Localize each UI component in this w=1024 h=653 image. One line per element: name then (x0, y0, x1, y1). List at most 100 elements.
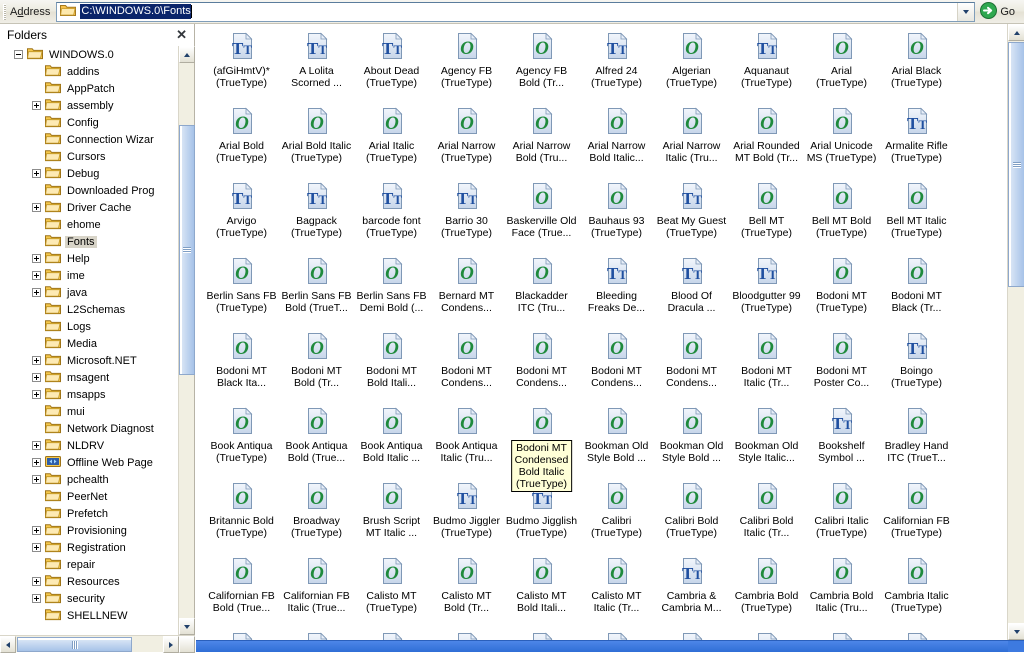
font-item[interactable]: TT Bagpack (TrueType) (279, 180, 354, 255)
scroll-thumb[interactable] (1008, 42, 1024, 287)
tree-item-media[interactable]: Media (0, 335, 178, 352)
tree-item-prefetch[interactable]: Prefetch (0, 505, 178, 522)
tree-item-windows-0[interactable]: WINDOWS.0 (0, 46, 178, 63)
font-item[interactable]: O Book Antiqua Bold (True... (279, 405, 354, 480)
scroll-left-button[interactable] (0, 636, 16, 653)
folder-tree-horizontal-scrollbar[interactable] (0, 635, 195, 653)
font-item[interactable]: O Cambria Bold Italic (Tru... (804, 555, 879, 630)
font-item[interactable]: TT Aquanaut (TrueType) (729, 30, 804, 105)
font-item[interactable]: O (204, 630, 279, 640)
font-item[interactable]: TT About Dead (TrueType) (354, 30, 429, 105)
font-item[interactable]: O Calibri (TrueType) (579, 480, 654, 555)
expand-plus-icon[interactable] (32, 526, 41, 535)
fonts-scroll-area[interactable]: TT (afGiHmtV)* (TrueType) TT A Lolita Scorn… (196, 24, 1007, 640)
font-item[interactable]: O Arial Black (TrueType) (879, 30, 954, 105)
expand-plus-icon[interactable] (32, 441, 41, 450)
expand-plus-icon[interactable] (32, 288, 41, 297)
font-item[interactable]: O Bodoni MT Italic (Tr... (729, 330, 804, 405)
font-item[interactable]: O Bauhaus 93 (TrueType) (579, 180, 654, 255)
font-item[interactable]: O (804, 630, 879, 640)
font-item[interactable]: O (279, 630, 354, 640)
address-input-value[interactable]: C:\WINDOWS.0\Fonts (80, 4, 191, 19)
font-item[interactable]: O Arial Bold Italic (TrueType) (279, 105, 354, 180)
font-item[interactable]: O (579, 630, 654, 640)
folder-tree-scroll-area[interactable]: WINDOWS.0 addins AppPatch assembly Config Con… (0, 46, 178, 635)
tree-item-shellnew[interactable]: SHELLNEW (0, 607, 178, 624)
tree-item-msagent[interactable]: msagent (0, 369, 178, 386)
font-item[interactable]: O Bodoni MT Condens... (504, 330, 579, 405)
font-item[interactable]: O Book Antiqua Italic (Tru... (429, 405, 504, 480)
font-item[interactable]: O Arial Rounded MT Bold (Tr... (729, 105, 804, 180)
font-item[interactable]: O Bookman Old Style Italic... (729, 405, 804, 480)
tree-item-downloaded-prog[interactable]: Downloaded Prog (0, 182, 178, 199)
font-item[interactable]: O Book Antiqua (TrueType) (204, 405, 279, 480)
tree-item-nldrv[interactable]: NLDRV (0, 437, 178, 454)
font-item[interactable]: O Bernard MT Condens... (429, 255, 504, 330)
tree-item-security[interactable]: security (0, 590, 178, 607)
font-item[interactable]: O Californian FB Italic (True... (279, 555, 354, 630)
font-item[interactable]: O Arial Italic (TrueType) (354, 105, 429, 180)
address-combobox[interactable]: C:\WINDOWS.0\Fonts (56, 1, 976, 22)
font-item[interactable]: TT Bookshelf Symbol ... (804, 405, 879, 480)
font-item[interactable]: O Calibri Bold (TrueType) (654, 480, 729, 555)
font-item[interactable]: O Berlin Sans FB (TrueType) (204, 255, 279, 330)
font-item[interactable]: O Arial Unicode MS (TrueType) (804, 105, 879, 180)
tree-item-mui[interactable]: mui (0, 403, 178, 420)
scroll-up-button[interactable] (179, 46, 195, 63)
font-item[interactable]: O Agency FB Bold (Tr... (504, 30, 579, 105)
tree-item-java[interactable]: java (0, 284, 178, 301)
close-icon[interactable]: ✕ (173, 27, 190, 43)
font-item[interactable]: O Bodoni MT Bold (Tr... (279, 330, 354, 405)
font-item[interactable]: O Baskerville Old Face (True... (504, 180, 579, 255)
tree-item-logs[interactable]: Logs (0, 318, 178, 335)
scroll-thumb[interactable] (179, 125, 195, 375)
font-item[interactable]: O Berlin Sans FB Bold (TrueT... (279, 255, 354, 330)
expand-plus-icon[interactable] (32, 254, 41, 263)
tree-item-microsoft-net[interactable]: Microsoft.NET (0, 352, 178, 369)
font-item[interactable]: O (654, 630, 729, 640)
expand-plus-icon[interactable] (32, 475, 41, 484)
font-item[interactable]: O (729, 630, 804, 640)
expand-plus-icon[interactable] (32, 271, 41, 280)
font-item[interactable]: O Broadway (TrueType) (279, 480, 354, 555)
font-item[interactable]: TT A Lolita Scorned ... (279, 30, 354, 105)
font-item[interactable]: O Arial Narrow Bold Italic... (579, 105, 654, 180)
scroll-up-button[interactable] (1008, 24, 1024, 41)
tree-item-ehome[interactable]: ehome (0, 216, 178, 233)
font-item[interactable]: O Calisto MT Italic (Tr... (579, 555, 654, 630)
font-item[interactable]: O Agency FB (TrueType) (429, 30, 504, 105)
fonts-vertical-scrollbar[interactable] (1007, 24, 1024, 640)
font-item[interactable]: O Bell MT Italic (TrueType) (879, 180, 954, 255)
tree-item-debug[interactable]: Debug (0, 165, 178, 182)
scroll-down-button[interactable] (1008, 623, 1024, 640)
font-item[interactable]: O Bodoni MT Condens... (429, 330, 504, 405)
font-item[interactable]: O Arial Narrow (TrueType) (429, 105, 504, 180)
font-item[interactable]: O Bodoni MT Condens... (579, 330, 654, 405)
expand-plus-icon[interactable] (32, 390, 41, 399)
font-item[interactable]: O Californian FB Bold (True... (204, 555, 279, 630)
tree-item-peernet[interactable]: PeerNet (0, 488, 178, 505)
font-item[interactable]: O Bodoni MT Black (Tr... (879, 255, 954, 330)
font-item[interactable]: O Arial Bold (TrueType) (204, 105, 279, 180)
font-item[interactable]: O Bodoni MT Condensed Bold Italic (TrueTy… (504, 405, 579, 492)
font-item[interactable]: TT Bloodgutter 99 (TrueType) (729, 255, 804, 330)
font-item[interactable]: TT Alfred 24 (TrueType) (579, 30, 654, 105)
tree-item-registration[interactable]: Registration (0, 539, 178, 556)
toolbar-grip[interactable] (3, 3, 6, 20)
font-item[interactable]: O Book Antiqua Bold Italic ... (354, 405, 429, 480)
font-item[interactable]: O Blackadder ITC (Tru... (504, 255, 579, 330)
font-item[interactable]: O Cambria Bold (TrueType) (729, 555, 804, 630)
expand-plus-icon[interactable] (32, 594, 41, 603)
scroll-right-button[interactable] (163, 636, 179, 653)
tree-item-help[interactable]: Help (0, 250, 178, 267)
folder-tree-vertical-scrollbar[interactable] (178, 46, 195, 635)
font-item[interactable]: O Britannic Bold (TrueType) (204, 480, 279, 555)
scroll-thumb[interactable] (17, 637, 132, 652)
font-item[interactable]: O Cambria Italic (TrueType) (879, 555, 954, 630)
tree-item-resources[interactable]: Resources (0, 573, 178, 590)
font-item[interactable]: O Bell MT (TrueType) (729, 180, 804, 255)
expand-plus-icon[interactable] (32, 543, 41, 552)
font-item[interactable]: TT (504, 630, 579, 640)
tree-item-config[interactable]: Config (0, 114, 178, 131)
font-item[interactable]: O (354, 630, 429, 640)
